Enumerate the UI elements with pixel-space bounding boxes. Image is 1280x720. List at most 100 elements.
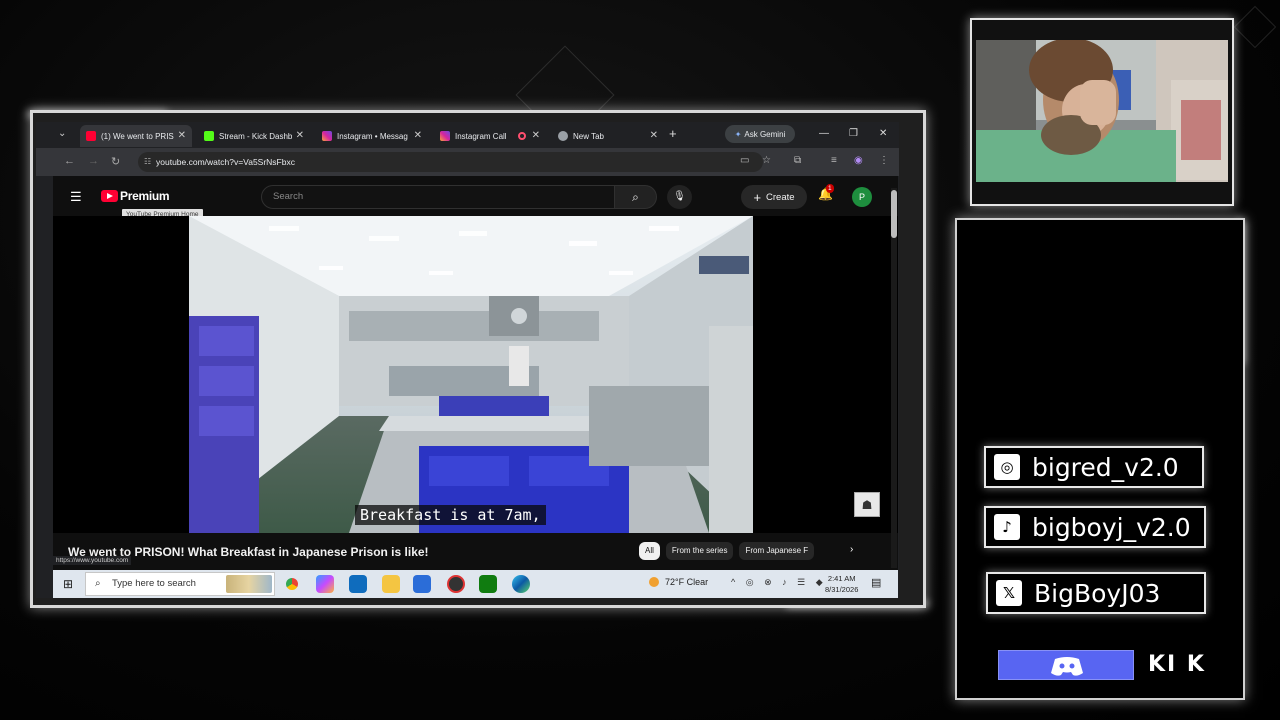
instagram-handle: bigred_v2.0: [1032, 452, 1179, 482]
profile-icon[interactable]: ◉: [854, 155, 863, 166]
time-text: 2:41 AM: [827, 574, 856, 583]
channel-watermark-icon[interactable]: ☗: [854, 492, 880, 517]
more-menu-icon[interactable]: ⋮: [879, 155, 889, 166]
youtube-header: ☰ Premium YouTube Premium Home Search ⌕ …: [53, 176, 898, 220]
obs-icon[interactable]: [447, 575, 465, 593]
bookmark-star-icon[interactable]: ☆: [762, 155, 771, 166]
windows-start-icon[interactable]: ⊞: [63, 577, 73, 591]
close-tab-icon[interactable]: ✕: [178, 130, 186, 141]
tab-kick[interactable]: Stream - Kick Dashb ✕: [198, 125, 310, 147]
close-tab-icon[interactable]: ✕: [532, 130, 540, 141]
minimize-icon[interactable]: —: [819, 128, 829, 139]
scrollbar-track[interactable]: [891, 188, 897, 568]
video-player[interactable]: Breakfast is at 7am, ☗: [53, 216, 898, 533]
weather-widget[interactable]: 72°F Clear: [649, 577, 708, 587]
search-input[interactable]: Search: [261, 185, 615, 209]
tab-title: Stream - Kick Dashb: [219, 131, 293, 141]
ask-gemini-label: Ask Gemini: [744, 129, 786, 139]
instagram-icon: [440, 131, 450, 141]
taskbar-search-placeholder: Type here to search: [112, 578, 196, 589]
ask-gemini-button[interactable]: ✦ Ask Gemini: [725, 125, 795, 143]
back-icon[interactable]: ←: [64, 155, 75, 167]
brand-label: Premium: [120, 189, 170, 203]
kick-icon: [204, 131, 214, 141]
tab-search-icon[interactable]: ⌄: [58, 128, 66, 139]
file-explorer-icon[interactable]: [382, 575, 400, 593]
social-instagram: ◎ bigred_v2.0: [984, 446, 1204, 488]
voice-search-button[interactable]: 🎙: [667, 185, 692, 209]
tab-title: (1) We went to PRIS: [101, 131, 174, 141]
restore-icon[interactable]: ❐: [849, 128, 858, 139]
chrome-icon: [558, 131, 568, 141]
video-frame[interactable]: [189, 216, 753, 533]
discord-icon: [1051, 657, 1083, 676]
video-caption: Breakfast is at 7am,: [355, 505, 546, 525]
kick-logo: KI K: [1148, 652, 1206, 677]
youtube-premium-logo[interactable]: Premium: [101, 189, 170, 203]
x-logo-icon: 𝕏: [996, 580, 1022, 606]
forward-icon[interactable]: →: [88, 155, 99, 167]
system-tray-icons[interactable]: ^ ◎ ⊗ ♪ ☰ ◆: [731, 577, 827, 588]
youtube-logo-icon: [101, 190, 118, 202]
close-tab-icon[interactable]: ✕: [296, 130, 304, 141]
decorative-shape: [1233, 5, 1277, 49]
tab-title: New Tab: [573, 131, 604, 141]
close-tab-icon[interactable]: ✕: [650, 130, 658, 141]
notification-center-icon[interactable]: ▤: [871, 576, 881, 589]
edge-icon[interactable]: [512, 575, 530, 593]
microphone-icon: 🎙: [673, 191, 686, 202]
search-icon: ⌕: [95, 578, 101, 589]
close-tab-icon[interactable]: ✕: [414, 130, 422, 141]
kitchen-scene-image: [189, 216, 753, 533]
search-icon: ⌕: [632, 190, 639, 204]
copilot-icon[interactable]: [316, 575, 334, 593]
status-url-bubble: https://www.youtube.com: [53, 556, 132, 565]
windows-taskbar: ⊞ ⌕ Type here to search 72°F Clear ^ ◎ ⊗…: [53, 570, 898, 598]
tab-instagram-call[interactable]: Instagram Call ✕: [434, 125, 546, 147]
extensions-icon[interactable]: ⧉: [794, 155, 801, 166]
plus-icon: +: [753, 189, 762, 205]
tab-instagram-messages[interactable]: Instagram • Messag ✕: [316, 125, 428, 147]
chevron-right-icon[interactable]: ›: [850, 544, 853, 555]
webcam-image: [976, 40, 1228, 182]
avatar[interactable]: P: [852, 187, 872, 207]
store-icon[interactable]: [413, 575, 431, 593]
webcam-feed: [976, 40, 1228, 182]
chrome-icon[interactable]: [283, 575, 301, 593]
search-highlight-image: [226, 575, 272, 593]
date-text: 8/31/2026: [825, 585, 859, 594]
chip-all[interactable]: All: [639, 542, 660, 560]
instagram-icon: ◎: [994, 454, 1020, 480]
site-info-icon[interactable]: ☷: [144, 152, 151, 172]
discord-banner: [998, 650, 1134, 680]
chip-from-the-series[interactable]: From the series: [665, 542, 734, 560]
tab-youtube[interactable]: (1) We went to PRIS ✕: [80, 125, 192, 147]
reading-list-icon[interactable]: ≡: [831, 155, 837, 166]
tiktok-handle: bigboyj_v2.0: [1032, 512, 1191, 542]
stream-overlay: ⌄ (1) We went to PRIS ✕ Stream - Kick Da…: [0, 0, 1280, 720]
cast-icon[interactable]: ▭: [740, 155, 749, 166]
create-label: Create: [766, 191, 795, 203]
search-button[interactable]: ⌕: [615, 185, 657, 209]
new-tab-button[interactable]: +: [669, 126, 677, 141]
menu-icon[interactable]: ☰: [70, 189, 82, 205]
create-button[interactable]: + Create: [741, 185, 807, 209]
scrollbar-thumb[interactable]: [891, 190, 897, 238]
url-text: youtube.com/watch?v=Va5SrNsFbxc: [156, 157, 295, 167]
related-filter-chips: All From the series From Japanese F: [639, 542, 815, 560]
xbox-icon[interactable]: [479, 575, 497, 593]
taskbar-search-input[interactable]: ⌕ Type here to search: [85, 572, 275, 596]
tab-new-tab[interactable]: New Tab ✕: [552, 125, 664, 147]
tab-strip: ⌄ (1) We went to PRIS ✕ Stream - Kick Da…: [36, 122, 899, 148]
tab-title: Instagram Call: [455, 131, 507, 141]
address-bar[interactable]: ☷ youtube.com/watch?v=Va5SrNsFbxc: [138, 152, 763, 172]
reload-icon[interactable]: ↻: [111, 155, 120, 168]
close-window-icon[interactable]: ✕: [879, 128, 887, 139]
moon-icon: [649, 577, 659, 587]
toolbar: ← → ↻ ☷ youtube.com/watch?v=Va5SrNsFbxc …: [36, 148, 899, 176]
chip-from-japanese[interactable]: From Japanese F: [739, 542, 815, 560]
taskbar-clock[interactable]: 2:41 AM 8/31/2026: [825, 573, 858, 595]
outlook-icon[interactable]: [349, 575, 367, 593]
youtube-page: ☰ Premium YouTube Premium Home Search ⌕ …: [53, 176, 898, 570]
youtube-icon: [86, 131, 96, 141]
